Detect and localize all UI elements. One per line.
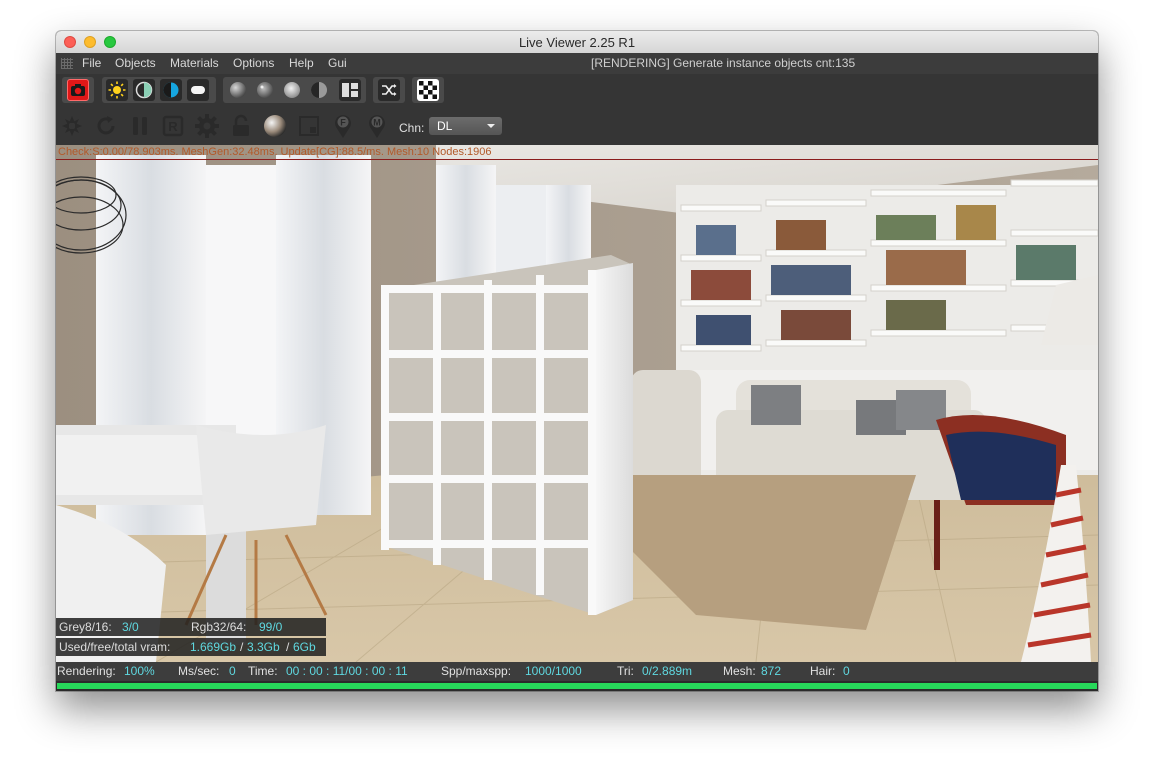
menu-help[interactable]: Help <box>289 56 314 70</box>
contrast-button[interactable] <box>133 79 155 101</box>
tri-label: Tri: <box>617 664 634 678</box>
gear-icon <box>195 114 219 138</box>
area-light-button[interactable] <box>187 79 209 101</box>
shuffle-icon <box>382 84 397 96</box>
hair-value: 0 <box>843 664 850 678</box>
pause-icon <box>133 117 147 135</box>
svg-text:R: R <box>168 119 178 134</box>
title-bar: Live Viewer 2.25 R1 <box>56 31 1098 54</box>
region-box-icon <box>299 116 319 136</box>
panels-icon <box>342 83 358 97</box>
grey-value: 3/0 <box>122 620 139 634</box>
vram-total: 6Gb <box>293 640 316 654</box>
grey-label: Grey8/16: <box>59 620 112 634</box>
crop-region-button[interactable] <box>296 113 322 139</box>
chevron-down-icon <box>487 124 495 128</box>
shuffle-button[interactable] <box>378 79 400 101</box>
rendered-room-image <box>56 145 1098 662</box>
matte-sphere-icon <box>230 82 246 98</box>
lock-open-icon <box>233 114 249 136</box>
rendering-value: 100% <box>124 664 155 678</box>
mesh-value: 872 <box>761 664 782 678</box>
spp-value: 1000/1000 <box>525 664 582 678</box>
focus-pick-button[interactable]: F <box>330 113 356 139</box>
refresh-button[interactable] <box>93 113 119 139</box>
blue-half-circle-icon <box>163 82 179 98</box>
layout-button[interactable] <box>339 79 361 101</box>
specular-sphere-icon <box>284 82 300 98</box>
vram-slash-1: / <box>240 640 244 654</box>
lock-button[interactable] <box>228 113 254 139</box>
region-render-button[interactable]: R <box>160 113 186 139</box>
settings-button[interactable] <box>194 113 220 139</box>
aperture-button[interactable] <box>59 113 85 139</box>
mix-material-button[interactable] <box>308 79 330 101</box>
svg-text:M: M <box>373 118 381 128</box>
vram-label: Used/free/total vram: <box>59 640 171 654</box>
texture-count-overlay: Grey8/16: 3/0 Rgb32/64: 99/0 <box>56 618 326 636</box>
camera-record-button[interactable] <box>67 79 89 101</box>
checkerboard-icon <box>419 81 437 99</box>
debug-timing-text: Check:S:0.00/78.903ms. MeshGen:32.48ms. … <box>58 146 492 158</box>
mix-sphere-icon <box>311 82 327 98</box>
render-progress-fill <box>57 683 1097 689</box>
svg-text:F: F <box>340 118 346 128</box>
r-box-icon: R <box>162 115 184 137</box>
live-viewer-window: Live Viewer 2.25 R1 File Objects Materia… <box>56 31 1098 691</box>
rendering-label: Rendering: <box>57 664 116 678</box>
pill-light-icon <box>191 86 205 94</box>
time-label: Time: <box>248 664 278 678</box>
menu-gui[interactable]: Gui <box>328 56 347 70</box>
aperture-icon <box>62 116 82 136</box>
time-value: 00 : 00 : 11/00 : 00 : 11 <box>286 664 408 678</box>
grip-icon <box>61 58 73 69</box>
ms-value: 0 <box>229 664 236 678</box>
render-status-bar: Rendering: 100% Ms/sec: 0 Time: 00 : 00 … <box>56 662 1098 681</box>
half-circle-icon <box>135 81 153 99</box>
menu-file[interactable]: File <box>82 56 101 70</box>
specular-material-button[interactable] <box>281 79 303 101</box>
refresh-icon <box>97 116 115 135</box>
pin-f-icon: F <box>335 115 351 138</box>
toolbar-top <box>56 74 1098 105</box>
rgb-label: Rgb32/64: <box>191 620 247 634</box>
spp-label: Spp/maxspp: <box>441 664 512 678</box>
menu-objects[interactable]: Objects <box>115 56 156 70</box>
channel-select[interactable]: DL <box>429 117 502 135</box>
sphere-icon <box>264 115 286 137</box>
vram-used: 1.669Gb <box>190 640 237 654</box>
menu-materials[interactable]: Materials <box>170 56 219 70</box>
vram-slash-2: / <box>286 640 290 654</box>
vram-free: 3.3Gb <box>247 640 280 654</box>
glossy-material-button[interactable] <box>254 79 276 101</box>
sun-light-button[interactable] <box>106 79 128 101</box>
window-title: Live Viewer 2.25 R1 <box>518 35 636 50</box>
hair-label: Hair: <box>810 664 836 678</box>
render-status-message: [RENDERING] Generate instance objects cn… <box>591 56 856 70</box>
channel-value: DL <box>437 119 453 133</box>
material-preview-button[interactable] <box>262 113 288 139</box>
pause-button[interactable] <box>127 113 153 139</box>
ms-label: Ms/sec: <box>178 664 220 678</box>
diffuse-material-button[interactable] <box>227 79 249 101</box>
glossy-sphere-icon <box>257 82 273 98</box>
mesh-label: Mesh: <box>723 664 756 678</box>
vram-overlay: Used/free/total vram: 1.669Gb / 3.3Gb / … <box>56 638 326 656</box>
camera-icon <box>71 84 85 96</box>
channel-label: Chn: <box>399 121 425 135</box>
material-pick-button[interactable]: M <box>364 113 390 139</box>
toolbar-bottom: R F M Chn: DL <box>56 105 1098 145</box>
render-viewport[interactable]: Check:S:0.00/78.903ms. MeshGen:32.48ms. … <box>56 145 1098 662</box>
menu-options[interactable]: Options <box>233 56 274 70</box>
render-progress-bar <box>56 681 1098 691</box>
rgb-value: 99/0 <box>259 620 283 634</box>
tri-value: 0/2.889m <box>642 664 693 678</box>
environment-button[interactable] <box>160 79 182 101</box>
checker-button[interactable] <box>417 79 439 101</box>
menu-bar: File Objects Materials Options Help Gui … <box>56 53 1098 74</box>
pin-m-icon: M <box>369 115 385 138</box>
sun-icon <box>108 81 126 99</box>
